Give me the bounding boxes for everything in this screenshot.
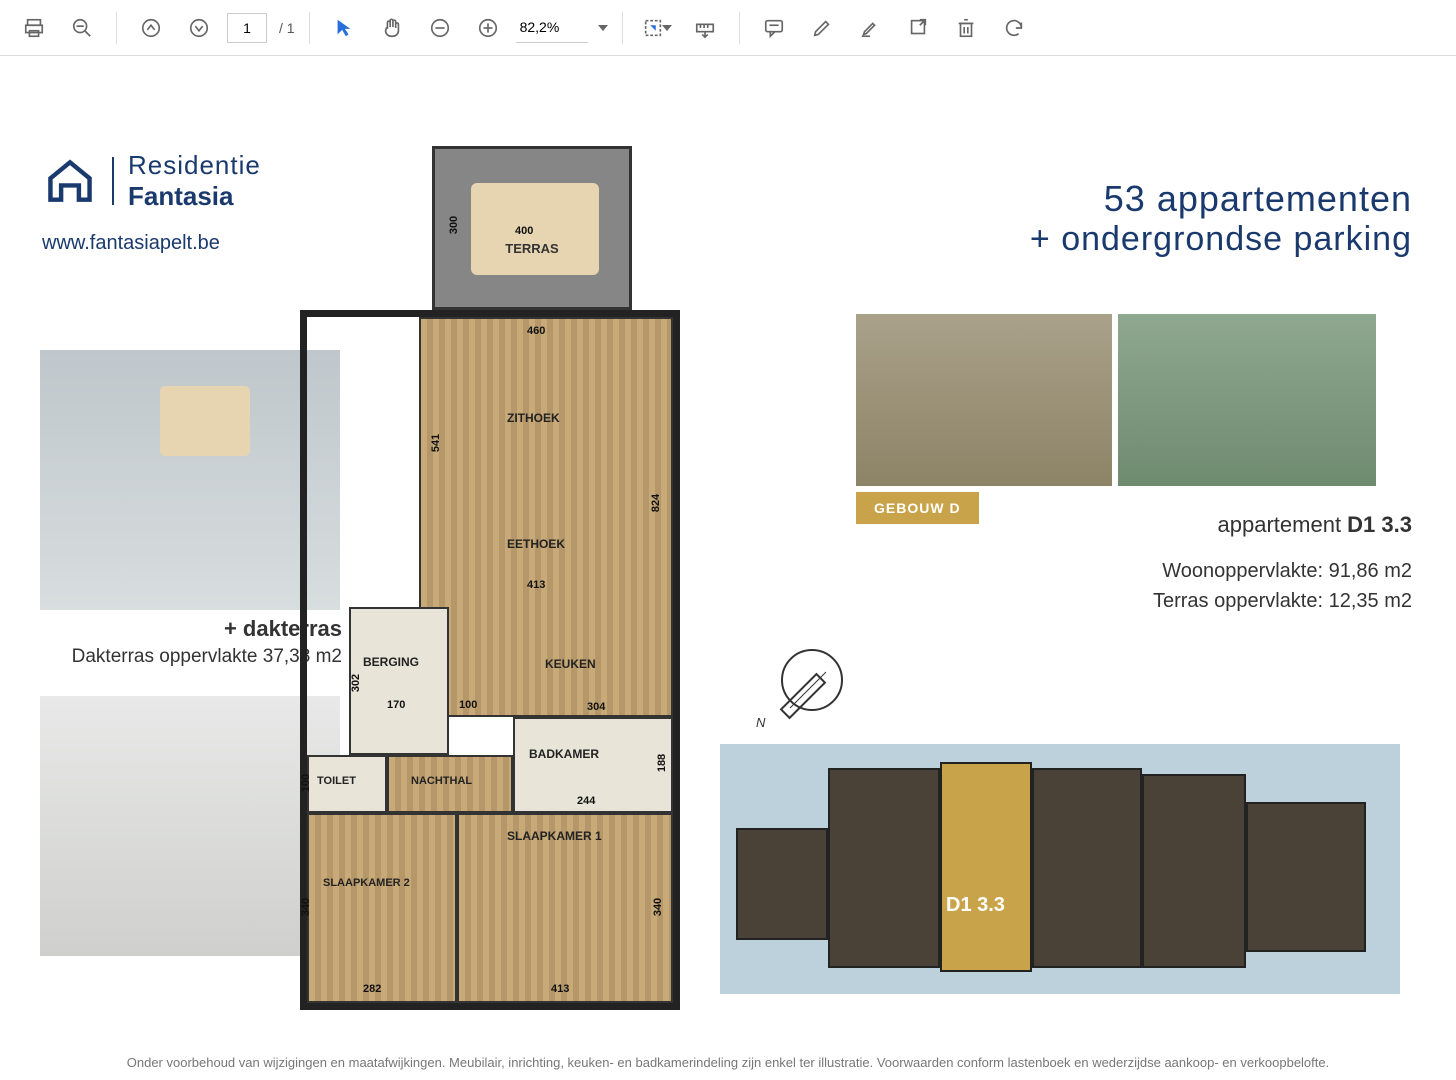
terrace-area: Terras oppervlakte: 12,35 m2 [1153, 590, 1412, 613]
zithoek-label: ZITHOEK [507, 411, 560, 425]
zoom-input[interactable] [516, 13, 588, 43]
slaapkamer2-label: SLAAPKAMER 2 [323, 877, 410, 889]
dim-slaap2-w: 282 [363, 983, 381, 995]
slaapkamer-2 [307, 813, 457, 1003]
keuken-label: KEUKEN [545, 657, 596, 671]
zoom-out-icon[interactable] [62, 8, 102, 48]
living-area: Woonoppervlakte: 91,86 m2 [1162, 560, 1412, 583]
headline-line2: + ondergrondse parking [1030, 220, 1412, 259]
dakterras-title: + dakterras [42, 616, 342, 642]
page-input[interactable] [227, 13, 267, 43]
rotate-button[interactable] [994, 8, 1034, 48]
dim-berging-h: 302 [350, 674, 362, 692]
dakterras-area: Dakterras oppervlakte 37,38 m2 [22, 646, 342, 668]
ruler-button[interactable] [685, 8, 725, 48]
brand-line1: Residentie [128, 150, 261, 181]
separator [309, 12, 310, 44]
dim-toilet-h: 100 [300, 774, 312, 792]
dim-terras-h: 300 [448, 216, 460, 234]
terrace: TERRAS 400 300 [432, 146, 632, 310]
dim-slaap1-h: 340 [652, 898, 664, 916]
floorplan: TERRAS 400 300 ZITHOEK EETHOEK KEUKEN 46… [300, 146, 680, 1016]
floor-key: D1 3.3 [720, 744, 1400, 994]
dim-hall-gap: 100 [459, 699, 477, 711]
zoom-dropdown-icon[interactable] [598, 25, 608, 31]
house-icon [42, 157, 98, 205]
building-render-2 [1118, 314, 1376, 486]
balcony-image [40, 696, 340, 956]
hand-tool[interactable] [372, 8, 412, 48]
berging-label: BERGING [363, 655, 419, 669]
dakterras-image [40, 350, 340, 610]
disclaimer: Onder voorbehoud van wijzigingen en maat… [44, 1055, 1412, 1070]
fit-page-button[interactable] [637, 8, 677, 48]
dim-slaap2-h: 340 [300, 898, 312, 916]
page-down-button[interactable] [179, 8, 219, 48]
document-page: Residentie Fantasia www.fantasiapelt.be … [0, 56, 1456, 1080]
dim-zithoek-h: 541 [430, 434, 442, 452]
page-up-button[interactable] [131, 8, 171, 48]
berging [349, 607, 449, 755]
dim-berging-w: 170 [387, 699, 405, 711]
zoom-out-button[interactable] [420, 8, 460, 48]
toilet-label: TOILET [317, 775, 356, 787]
separator [622, 12, 623, 44]
pointer-tool[interactable] [324, 8, 364, 48]
website: www.fantasiapelt.be [42, 232, 220, 255]
page-total: / 1 [279, 20, 295, 36]
dim-keuken-w: 304 [587, 701, 605, 713]
dim-zithoek-w: 460 [527, 325, 545, 337]
pdf-toolbar: / 1 [0, 0, 1456, 56]
slaapkamer1-label: SLAAPKAMER 1 [507, 829, 602, 843]
separator [739, 12, 740, 44]
dim-slaap1-w: 413 [551, 983, 569, 995]
compass-n: N [756, 715, 765, 730]
brand-line2: Fantasia [128, 181, 261, 212]
dim-eethoek-w: 413 [527, 579, 545, 591]
building-render-1 [856, 314, 1112, 486]
floorkey-label: D1 3.3 [946, 894, 1005, 917]
print-button[interactable] [14, 8, 54, 48]
delete-button[interactable] [946, 8, 986, 48]
draw-button[interactable] [802, 8, 842, 48]
highlight-button[interactable] [850, 8, 890, 48]
building-badge: GEBOUW D [856, 492, 979, 524]
dim-bad-h: 188 [656, 754, 668, 772]
zoom-in-button[interactable] [468, 8, 508, 48]
comment-button[interactable] [754, 8, 794, 48]
compass-icon: N [770, 646, 846, 722]
headline-line1: 53 appartementen [1104, 178, 1412, 220]
eethoek-label: EETHOEK [507, 537, 565, 551]
logo: Residentie Fantasia [42, 150, 261, 212]
dim-eethoek-h: 824 [650, 494, 662, 512]
apartment-id: appartement D1 3.3 [1218, 512, 1412, 538]
terrace-label: TERRAS [435, 241, 629, 256]
nachthal-label: NACHTHAL [411, 775, 472, 787]
separator [116, 12, 117, 44]
dim-terras-w: 400 [515, 225, 533, 237]
dim-bad-w: 244 [577, 795, 595, 807]
stamp-button[interactable] [898, 8, 938, 48]
badkamer-label: BADKAMER [529, 747, 599, 761]
